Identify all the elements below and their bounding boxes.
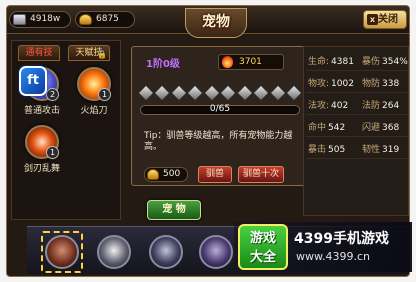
- star-slots: [137, 84, 303, 102]
- stat-row: 暴击 505 韧性 319: [306, 139, 408, 159]
- stat-value: 368: [382, 123, 400, 133]
- diamond-icon: [153, 84, 171, 102]
- diamond-icon: [137, 84, 155, 102]
- skill-blade-dance[interactable]: 1 剑刃乱舞: [18, 125, 66, 174]
- stat-mag-atk: 法攻: 402: [308, 98, 348, 111]
- stat-value: 4381: [331, 57, 354, 67]
- stat-row: 生命: 4381 暴伤 354%: [306, 51, 408, 71]
- fire-resource: 3701: [218, 54, 284, 70]
- tip-text: Tip：驯兽等级越高，所有宠物能力越高。: [144, 131, 293, 152]
- stat-value: 505: [328, 145, 346, 155]
- pet-slot-mask[interactable]: [97, 235, 131, 269]
- gold-ingot-icon: [147, 169, 159, 180]
- stat-row: 法攻: 402 法防 264: [306, 95, 408, 115]
- tab-talent-skills[interactable]: 天赋技 🔒: [68, 45, 110, 61]
- stat-label: 命中: [308, 123, 327, 133]
- top-bar: 4918w 6875 宠物 x 关闭: [7, 6, 409, 38]
- diamond-icon: [219, 84, 237, 102]
- taming-panel: 1阶0级 3701 0/65 Tip：驯兽等级越高，所有宠物能力越高。 500 …: [131, 46, 307, 186]
- stat-label: 闪避: [362, 123, 381, 133]
- gold-ingot-icon: [79, 14, 92, 25]
- lock-icon: 🔒: [97, 50, 107, 59]
- site-url: www.4399.cn: [296, 250, 370, 263]
- stat-value: 1002: [331, 79, 354, 89]
- diamond-icon: [285, 84, 303, 102]
- tame-button[interactable]: 驯兽: [198, 166, 232, 183]
- stat-value: 402: [331, 101, 349, 111]
- stat-label: 韧性: [362, 145, 381, 155]
- stat-dodge: 闪避 368: [362, 120, 399, 133]
- flame-icon: [222, 56, 233, 68]
- stat-phys-def: 物防 338: [362, 76, 399, 89]
- stat-hit: 命中 542: [308, 120, 345, 133]
- pet-slot-beast[interactable]: [149, 235, 183, 269]
- stat-label: 法攻:: [308, 101, 330, 111]
- diamond-icon: [170, 84, 188, 102]
- exp-progress-text: 0/65: [209, 104, 231, 114]
- logo-line-2: 大全: [249, 250, 276, 265]
- stat-hp: 生命: 4381: [308, 54, 354, 67]
- diamond-icon: [203, 84, 221, 102]
- pet-slot-dragon[interactable]: [199, 235, 233, 269]
- silver-icon: [13, 14, 26, 25]
- close-label: 关闭: [378, 14, 398, 25]
- app-logo: ft: [19, 66, 47, 96]
- pet-slot-monkey[interactable]: [45, 235, 79, 269]
- stat-label: 暴击: [308, 145, 327, 155]
- stat-phys-atk: 物攻: 1002: [308, 76, 354, 89]
- skill-flame-blade[interactable]: 1 火焰刀: [70, 67, 118, 116]
- gold-value: 6875: [96, 14, 119, 24]
- tame-ten-button[interactable]: 驯兽十次: [238, 166, 284, 183]
- skill-level-badge: 1: [98, 88, 111, 101]
- diamond-icon: [269, 84, 286, 102]
- fire-value: 3701: [239, 57, 262, 67]
- stat-row: 物攻: 1002 物防 338: [306, 73, 408, 93]
- watermark-banner: 游戏 大全 4399手机游戏 www.4399.cn: [234, 222, 412, 272]
- diamond-icon: [236, 84, 254, 102]
- diamond-icon: [186, 84, 204, 102]
- logo-line-1: 游戏: [249, 231, 276, 246]
- stat-mag-def: 法防 264: [362, 98, 399, 111]
- skill-name: 剑刃乱舞: [23, 164, 60, 174]
- game-collection-logo: 游戏 大全: [238, 224, 288, 270]
- stat-value: 264: [382, 101, 400, 111]
- stat-label: 法防: [362, 101, 381, 111]
- site-name: 4399手机游戏: [294, 231, 389, 247]
- stat-row: 命中 542 闪避 368: [306, 117, 408, 137]
- stat-label: 暴伤: [362, 57, 381, 67]
- flame-blade-icon: 1: [77, 67, 111, 101]
- stat-label: 生命:: [308, 57, 330, 67]
- skill-level-badge: 2: [46, 88, 59, 101]
- page-title: 宠物: [185, 8, 247, 38]
- skill-name: 火焰刀: [80, 106, 108, 116]
- blade-dance-icon: 1: [25, 125, 59, 159]
- skill-name: 普通攻击: [23, 106, 60, 116]
- tab-common-skills[interactable]: 通有技: [18, 45, 60, 61]
- pet-button[interactable]: 宠 物: [147, 200, 201, 220]
- skill-level-badge: 1: [46, 146, 59, 159]
- stat-value: 542: [328, 123, 346, 133]
- diamond-icon: [252, 84, 270, 102]
- stat-value: 338: [382, 79, 400, 89]
- pet-stage: 1阶0级: [146, 59, 180, 70]
- stat-label: 物防: [362, 79, 381, 89]
- stat-label: 物攻:: [308, 79, 330, 89]
- silver-value: 4918w: [30, 14, 61, 24]
- stat-value: 354%: [382, 57, 408, 67]
- stat-value: 319: [382, 145, 400, 155]
- stat-crit-damage: 暴伤 354%: [362, 54, 408, 67]
- stats-panel: 生命: 4381 暴伤 354% 物攻: 1002 物防 338 法攻: 402 法防 26…: [303, 46, 409, 216]
- close-button[interactable]: x 关闭: [363, 10, 407, 29]
- stat-crit: 暴击 505: [308, 142, 345, 155]
- silver-counter: 4918w: [9, 11, 71, 28]
- gold-counter: 6875: [75, 11, 135, 28]
- tame-cost-value: 500: [163, 169, 181, 179]
- stat-toughness: 韧性 319: [362, 142, 399, 155]
- tame-cost: 500: [144, 167, 188, 182]
- close-icon: x: [367, 14, 378, 25]
- tab-common-skills-label: 通有技: [25, 48, 53, 58]
